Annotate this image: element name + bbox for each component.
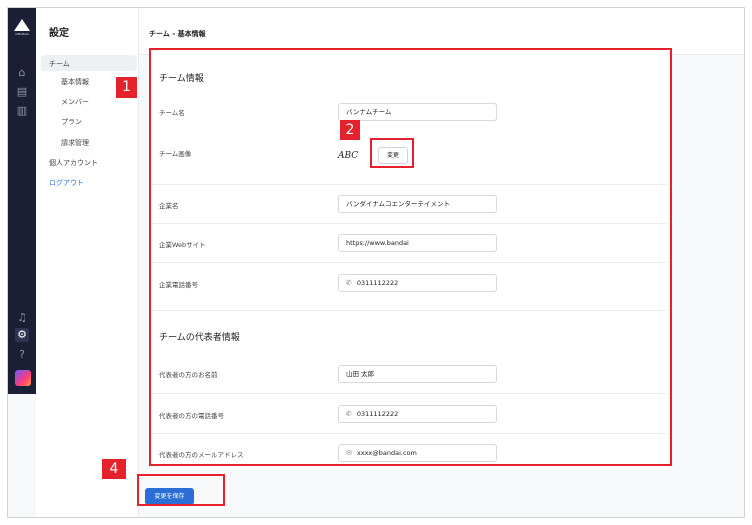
annotation-box-4: [137, 474, 225, 506]
sidebar-item-logout[interactable]: ログアウト: [49, 178, 84, 188]
home-icon[interactable]: ⌂: [15, 66, 29, 80]
sidebar-item-personal-account[interactable]: 個人アカウント: [49, 158, 98, 168]
app-logo: infinitum: [14, 19, 30, 39]
sidebar-item-team[interactable]: チーム: [41, 55, 137, 71]
sidebar-item-members[interactable]: メンバー: [61, 97, 89, 107]
gear-icon[interactable]: ⚙: [15, 328, 29, 342]
sidebar-item-plan[interactable]: プラン: [61, 117, 82, 127]
sidebar-title: 設定: [49, 28, 69, 39]
annotation-label-2: 2: [340, 120, 360, 140]
breadcrumb: チーム - 基本情報: [149, 30, 206, 38]
bell-icon[interactable]: ♫: [15, 311, 29, 325]
app-icon[interactable]: [15, 370, 31, 386]
icon-rail: infinitum ⌂ ▤ ▥ ♫ ⚙ ?: [8, 8, 36, 394]
calendar-icon[interactable]: ▤: [15, 85, 29, 99]
annotation-box-1: [149, 48, 672, 466]
annotation-label-1: 1: [116, 77, 137, 98]
chart-icon[interactable]: ▥: [15, 104, 29, 118]
sidebar-item-basic-info[interactable]: 基本情報: [61, 77, 89, 87]
annotation-label-4: 4: [102, 459, 126, 479]
annotation-box-2: [370, 138, 414, 168]
sidebar-item-billing[interactable]: 請求管理: [61, 138, 89, 148]
help-icon[interactable]: ?: [15, 348, 29, 362]
app-window: infinitum ⌂ ▤ ▥ ♫ ⚙ ? 設定 チーム 基本情報 メンバー プ…: [7, 7, 745, 518]
